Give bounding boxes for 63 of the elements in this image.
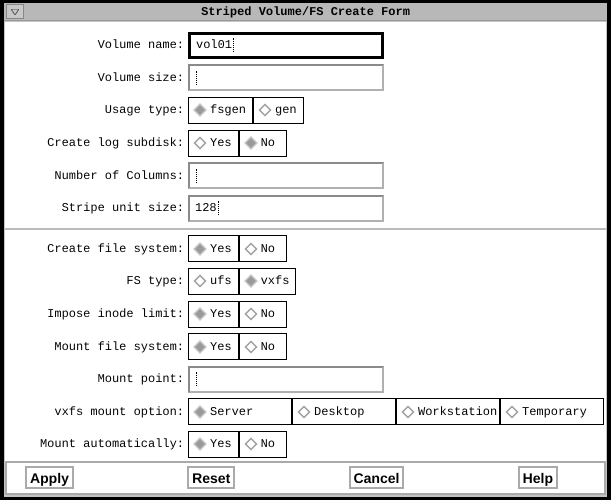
text-field[interactable]: vol01 — [188, 32, 384, 59]
radio-option[interactable]: No — [238, 333, 287, 360]
text-field[interactable]: 128 — [188, 194, 384, 222]
field-label: Create log subdisk: — [46, 135, 185, 152]
action-button[interactable]: Help — [518, 466, 558, 490]
radio-option[interactable]: Temporary — [500, 398, 604, 426]
field-label: Usage type: — [104, 102, 185, 120]
hollow-diamond-icon — [244, 242, 258, 256]
field-label: Number of Columns: — [53, 168, 185, 185]
action-button[interactable]: Cancel — [348, 466, 404, 490]
filled-diamond-icon — [244, 274, 258, 288]
field-label: Stripe unit size: — [60, 200, 185, 218]
radio-option[interactable]: Yes — [188, 300, 239, 328]
radio-option[interactable]: Workstation — [396, 398, 500, 426]
window-title: Striped Volume/FS Create Form — [200, 4, 411, 20]
radio-option[interactable]: vxfs — [238, 268, 296, 295]
down-triangle-icon — [11, 8, 19, 14]
field-value: vol01 — [196, 37, 232, 54]
radio-option[interactable]: Server — [188, 398, 292, 426]
hollow-diamond-icon — [244, 307, 258, 322]
field-label: Create file system: — [46, 240, 185, 258]
field-label: Volume size: — [96, 70, 185, 87]
field-label: vxfs mount option: — [53, 404, 185, 421]
hollow-diamond-icon — [244, 340, 258, 354]
radio-option[interactable]: No — [238, 300, 287, 328]
radio-option[interactable]: Yes — [188, 235, 239, 262]
radio-option[interactable]: gen — [253, 96, 304, 124]
radio-option[interactable]: Yes — [188, 430, 239, 458]
hollow-diamond-icon — [505, 404, 519, 419]
radio-option[interactable]: Desktop — [292, 398, 396, 426]
window-menu-button[interactable] — [6, 4, 24, 19]
text-field[interactable] — [188, 366, 384, 393]
field-label: Impose inode limit: — [46, 306, 185, 324]
text-field[interactable] — [188, 64, 384, 92]
hollow-diamond-icon — [193, 274, 207, 288]
filled-diamond-icon — [193, 307, 207, 322]
action-button[interactable]: Apply — [25, 466, 74, 490]
radio-option[interactable]: No — [238, 130, 287, 157]
hollow-diamond-icon — [244, 437, 258, 452]
text-field[interactable] — [188, 162, 384, 190]
radio-option[interactable]: fsgen — [188, 96, 254, 124]
field-label: Mount automatically: — [38, 436, 185, 454]
filled-diamond-icon — [193, 242, 207, 256]
filled-diamond-icon — [193, 437, 207, 452]
action-button[interactable]: Reset — [187, 466, 236, 490]
filled-diamond-icon — [193, 340, 207, 354]
hollow-diamond-icon — [258, 103, 272, 118]
radio-option[interactable]: Yes — [188, 130, 239, 157]
field-label: Mount file system: — [53, 338, 185, 356]
field-label: Volume name: — [96, 37, 185, 54]
filled-diamond-icon — [193, 103, 207, 118]
radio-option[interactable]: No — [238, 235, 287, 262]
hollow-diamond-icon — [193, 136, 207, 150]
radio-option[interactable]: Yes — [188, 333, 239, 360]
field-label: Mount point: — [96, 371, 185, 388]
radio-option[interactable]: ufs — [188, 268, 239, 295]
hollow-diamond-icon — [401, 404, 415, 419]
radio-option[interactable]: No — [238, 430, 287, 458]
hollow-diamond-icon — [297, 404, 311, 419]
field-value: 128 — [195, 200, 217, 218]
filled-diamond-icon — [193, 404, 207, 419]
filled-diamond-icon — [244, 136, 258, 150]
field-label: FS type: — [125, 273, 185, 290]
